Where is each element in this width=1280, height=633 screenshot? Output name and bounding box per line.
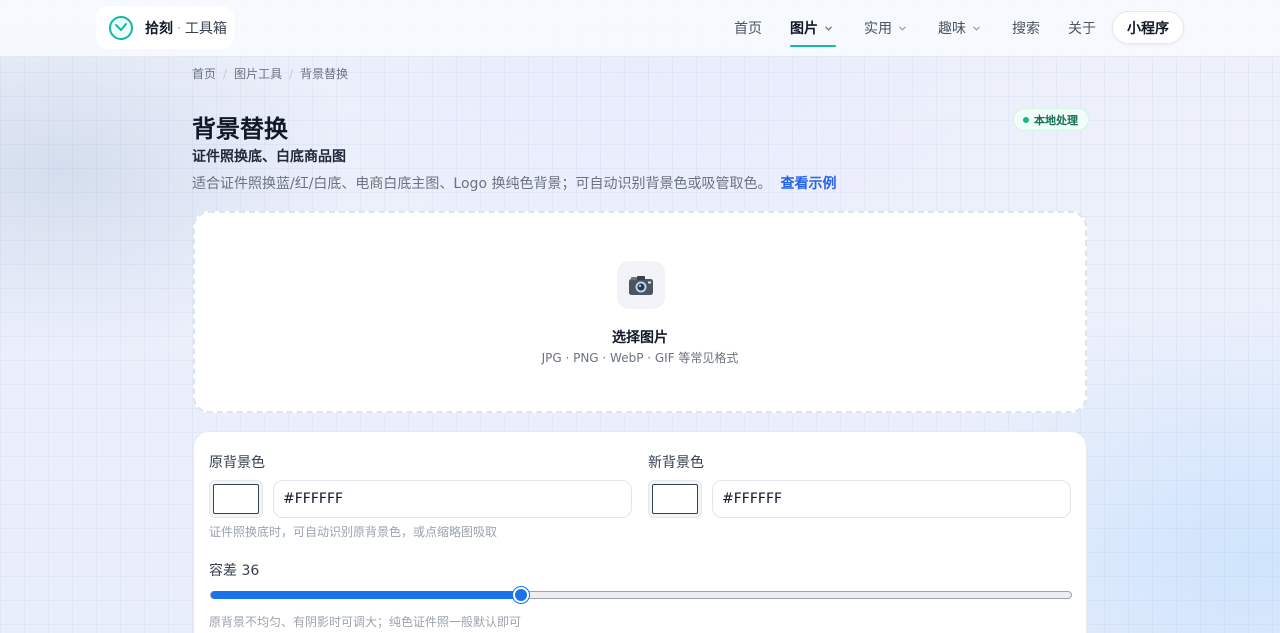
upload-title: 选择图片 xyxy=(612,330,668,346)
tolerance-slider[interactable] xyxy=(210,587,1072,603)
page-title: 背景替换 xyxy=(192,115,288,143)
nav-utility-label: 实用 xyxy=(864,21,892,37)
clock-icon xyxy=(109,15,133,40)
page-subtitle: 证件照换底、白底商品图 xyxy=(192,149,346,165)
page-description: 适合证件照换蓝/红/白底、电商白底主图、Logo 换纯色背景；可自动识别背景色或… xyxy=(192,173,836,193)
nav-search-label: 搜索 xyxy=(1012,21,1040,37)
description-text: 适合证件照换蓝/红/白底、电商白底主图、Logo 换纯色背景；可自动识别背景色或… xyxy=(192,176,772,192)
brand-separator: · xyxy=(177,20,181,35)
chevron-down-icon xyxy=(825,26,832,31)
chevron-down-icon xyxy=(973,26,980,31)
nav-images[interactable]: 图片 xyxy=(790,18,833,38)
new-bg-swatch xyxy=(652,484,698,514)
nav-images-label: 图片 xyxy=(790,21,818,37)
top-navbar: 拾刻 · 工具箱 首页 图片 实用 趣味 搜索 关于 小程序 xyxy=(0,0,1280,57)
new-bg-label: 新背景色 xyxy=(648,455,704,471)
nav-about[interactable]: 关于 xyxy=(1068,18,1096,38)
mini-program-button[interactable]: 小程序 xyxy=(1112,11,1184,44)
upload-format-hint: JPG · PNG · WebP · GIF 等常见格式 xyxy=(541,351,739,365)
status-dot xyxy=(1023,116,1029,123)
nav-home[interactable]: 首页 xyxy=(734,18,762,38)
status-badge-label: 本地处理 xyxy=(1034,113,1078,127)
new-bg-hex-input[interactable]: #FFFFFF xyxy=(712,480,1071,518)
status-badge: 本地处理 xyxy=(1013,108,1089,131)
original-bg-swatch xyxy=(213,484,259,514)
breadcrumb-separator: / xyxy=(289,66,294,81)
nav-fun-label: 趣味 xyxy=(938,21,966,37)
nav-home-label: 首页 xyxy=(734,21,762,37)
tolerance-slider-fill xyxy=(211,591,521,599)
brand-subtitle: 工具箱 xyxy=(184,20,227,37)
original-bg-color-picker[interactable] xyxy=(209,480,263,518)
nav-search[interactable]: 搜索 xyxy=(1012,18,1040,38)
nav-utility[interactable]: 实用 xyxy=(864,18,907,38)
breadcrumb: 首页 / 图片工具 / 背景替换 xyxy=(192,65,348,82)
upload-dropzone[interactable]: 选择图片 JPG · PNG · WebP · GIF 等常见格式 xyxy=(193,211,1087,413)
new-bg-color-picker[interactable] xyxy=(648,480,702,518)
brand-logo[interactable]: 拾刻 · 工具箱 xyxy=(96,6,234,49)
tolerance-label: 容差 36 xyxy=(209,563,260,579)
brand-name: 拾刻 xyxy=(145,20,173,37)
tolerance-hint: 原背景不均匀、有阴影时可调大；纯色证件照一般默认即可 xyxy=(209,615,522,629)
camera-icon xyxy=(617,261,665,309)
breadcrumb-home[interactable]: 首页 xyxy=(192,65,216,82)
breadcrumb-image-tools[interactable]: 图片工具 xyxy=(234,65,282,82)
nav-fun[interactable]: 趣味 xyxy=(938,18,981,38)
tolerance-slider-thumb[interactable] xyxy=(512,587,529,603)
breadcrumb-separator: / xyxy=(223,66,228,81)
settings-panel: 原背景色 #FFFFFF 证件照换底时，可自动识别原背景色，或点缩略图吸取 新背… xyxy=(193,431,1087,633)
view-example-link[interactable]: 查看示例 xyxy=(780,173,836,193)
chevron-down-icon xyxy=(899,26,906,31)
original-bg-hint: 证件照换底时，可自动识别原背景色，或点缩略图吸取 xyxy=(209,525,498,539)
breadcrumb-current: 背景替换 xyxy=(300,67,349,81)
nav-active-indicator xyxy=(790,45,836,47)
original-bg-label: 原背景色 xyxy=(209,455,265,471)
original-bg-hex-input[interactable]: #FFFFFF xyxy=(273,480,632,518)
nav-about-label: 关于 xyxy=(1068,21,1096,37)
